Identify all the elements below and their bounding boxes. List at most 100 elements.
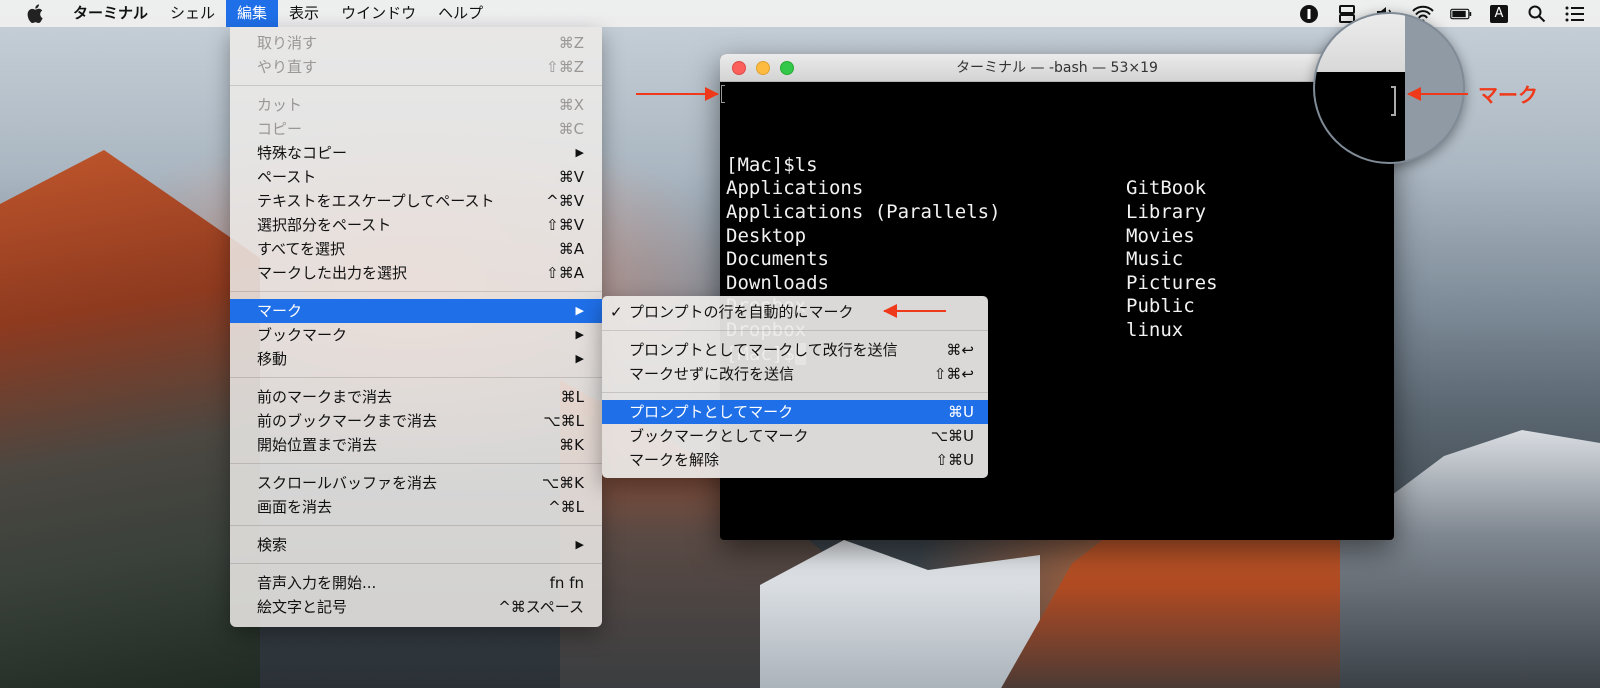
menu-view[interactable]: 表示 [278,0,330,27]
edit-menu-item[interactable]: やり直す ⇧⌘Z [230,55,602,79]
menu-item-label: マークした出力を選択 [257,264,408,282]
terminal-title: ターミナル — -bash — 53×19 [956,60,1158,76]
menu-separator [230,291,602,292]
mark-submenu-item[interactable]: マークせずに改行を送信 ⇧⌘↩ [602,362,988,386]
menu-separator [602,330,988,331]
mark-submenu-item[interactable]: プロンプトとしてマーク ⌘U [602,400,988,424]
zoom-inset [1313,12,1465,164]
menu-item-label: スクロールバッファを消去 [257,474,438,492]
menu-item-label: 移動 [257,350,288,368]
edit-menu-item[interactable]: ペースト ⌘V [230,165,602,189]
menu-item-shortcut: ⌘V [558,168,584,186]
annotation-arrow-auto-mark [883,304,946,318]
menu-item-shortcut: ⌘C [558,120,584,138]
menu-separator [230,377,602,378]
terminal-text: Applications (Parallels) [726,200,1001,223]
menu-item-label: 選択部分をペースト [257,216,392,234]
menu-item-shortcut: ⇧⌘↩ [933,365,974,383]
menu-separator [230,563,602,564]
input-source-letter: A [1490,4,1508,23]
menu-item-shortcut: ^⌘L [548,498,584,516]
edit-menu-item[interactable]: 開始位置まで消去 ⌘K [230,433,602,457]
terminal-line: [Mac]$ls [726,154,1394,178]
edit-menu-item[interactable]: 取り消す ⌘Z [230,31,602,55]
menu-item-label: やり直す [257,58,318,76]
menu-item-label: プロンプトの行を自動的にマーク [629,303,854,321]
mark-submenu-item[interactable]: ✓ プロンプトの行を自動的にマーク [602,300,988,324]
menu-item-label: プロンプトとしてマーク [629,403,794,421]
mark-submenu-item[interactable]: マークを解除 ⇧⌘U [602,448,988,472]
terminal-text: Desktop [726,224,807,247]
menu-item-shortcut: ⌘U [948,403,974,421]
menu-separator [602,392,988,393]
mark-submenu-item[interactable]: ブックマークとしてマーク ⌥⌘U [602,424,988,448]
edit-menu-item[interactable]: 前のブックマークまで消去 ⌥⌘L [230,409,602,433]
menu-item-label: すべてを選択 [257,240,346,258]
menu-item-label: ペースト [257,168,317,186]
menu-separator [230,85,602,86]
edit-menu-item[interactable]: 画面を消去 ^⌘L [230,495,602,519]
edit-menu-item[interactable]: 前のマークまで消去 ⌘L [230,385,602,409]
apple-icon[interactable] [24,3,46,25]
menu-item-shortcut: ^⌘V [546,192,584,210]
edit-menu-item[interactable]: スクロールバッファを消去 ⌥⌘K [230,471,602,495]
edit-menu-item[interactable]: 絵文字と記号 ^⌘スペース [230,595,602,619]
terminal-text: Library [1126,200,1207,223]
mark-submenu-item[interactable]: プロンプトとしてマークして改行を送信 ⌘↩ [602,338,988,362]
submenu-arrow-icon: ▶ [575,304,584,317]
terminal-line: Documents Music [726,248,1394,272]
edit-menu-item[interactable]: 検索 ▶ [230,533,602,557]
terminal-text: Pictures [1126,271,1218,294]
menu-item-shortcut: ⌘X [558,96,584,114]
menu-item-shortcut: ⌘Z [558,34,584,52]
terminal-text: Documents [726,248,829,271]
menu-item-shortcut: ⌥⌘K [541,474,584,492]
menu-edit[interactable]: 編集 [226,0,279,27]
menu-item-label: カット [257,96,303,114]
edit-menu-item[interactable]: 特殊なコピー ▶ [230,141,602,165]
battery-icon[interactable] [1450,3,1472,25]
menu-help[interactable]: ヘルプ [427,0,494,27]
edit-menu-item[interactable]: コピー ⌘C [230,117,602,141]
spotlight-icon[interactable] [1526,3,1548,25]
menu-item-label: 絵文字と記号 [257,598,348,616]
menu-item-shortcut: ⌥⌘L [543,412,584,430]
terminal-text: linux [1126,318,1184,341]
menu-item-label: 画面を消去 [257,498,333,516]
edit-menu-item[interactable]: 音声入力を開始... fn fn [230,571,602,595]
menu-item-label: マークせずに改行を送信 [629,365,795,383]
edit-menu-item[interactable]: マークした出力を選択 ⇧⌘A [230,261,602,285]
menu-item-label: 前のブックマークまで消去 [257,412,438,430]
submenu-arrow-icon: ▶ [575,538,584,551]
notification-center-icon[interactable] [1564,3,1586,25]
menu-item-label: 音声入力を開始... [257,574,377,592]
edit-menu-item[interactable]: ブックマーク ▶ [230,323,602,347]
annotation-arrow-mark [1407,87,1468,101]
terminal-text: Downloads [726,271,829,294]
terminal-titlebar[interactable]: ターミナル — -bash — 53×19 [720,54,1394,82]
edit-menu-item[interactable]: すべてを選択 ⌘A [230,237,602,261]
menu-item-label: 検索 [257,536,288,554]
edit-menu-item[interactable]: 移動 ▶ [230,347,602,371]
edit-menu-item[interactable]: マーク ▶ [230,299,602,323]
menu-item-shortcut: ⌘K [559,436,584,454]
menu-item-label: コピー [257,120,303,138]
input-source-icon[interactable]: A [1488,3,1510,25]
menu-window[interactable]: ウインドウ [330,0,427,27]
menu-item-shortcut: ⇧⌘Z [546,58,584,76]
menu-item-shortcut: ⌘↩ [946,341,974,359]
menu-item-shortcut: ^⌘スペース [498,598,584,616]
edit-menu-item[interactable]: テキストをエスケープしてペースト ^⌘V [230,189,602,213]
edit-menu-item[interactable]: カット ⌘X [230,93,602,117]
edit-menu-item[interactable]: 選択部分をペースト ⇧⌘V [230,213,602,237]
menu-app-terminal[interactable]: ターミナル [62,0,159,27]
menu-item-shortcut: fn fn [549,574,584,592]
menu-separator [230,463,602,464]
terminal-line: Downloads Pictures [726,272,1394,296]
menu-item-label: マークを解除 [629,451,720,469]
menu-shell[interactable]: シェル [159,0,226,27]
submenu-arrow-icon: ▶ [575,146,584,159]
terminal-line: Applications GitBook [726,177,1394,201]
menu-item-shortcut: ⇧⌘V [546,216,584,234]
terminal-line: Desktop Movies [726,225,1394,249]
